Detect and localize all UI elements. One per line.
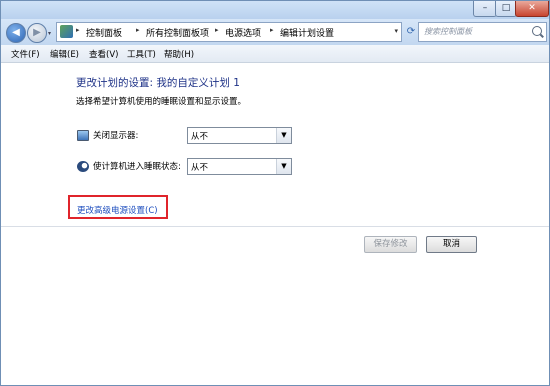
window: – □ ✕ ◀ ▶ ▾ ▸ 控制面板 ▸ 所有控制面板项 ▸ 电源选项 ▸ 编辑… bbox=[0, 0, 550, 386]
menu-edit[interactable]: 编辑(E) bbox=[50, 48, 79, 60]
breadcrumb-edit-plan[interactable]: 编辑计划设置 bbox=[280, 26, 334, 39]
page-title: 更改计划的设置: 我的自定义计划 1 bbox=[76, 77, 240, 89]
monitor-icon bbox=[77, 130, 89, 141]
menu-help[interactable]: 帮助(H) bbox=[164, 48, 194, 60]
maximize-button[interactable]: □ bbox=[495, 1, 517, 17]
search-placeholder: 搜索控制面板 bbox=[424, 27, 472, 36]
breadcrumb-separator[interactable]: ▸ bbox=[270, 26, 274, 34]
chevron-down-icon[interactable]: ▼ bbox=[276, 159, 291, 174]
breadcrumb-control-panel[interactable]: 控制面板 bbox=[86, 26, 122, 39]
turn-off-display-select[interactable]: 从不 ▼ bbox=[187, 127, 292, 144]
control-panel-icon bbox=[60, 25, 73, 38]
page-subtitle: 选择希望计算机使用的睡眠设置和显示设置。 bbox=[76, 97, 247, 107]
forward-button[interactable]: ▶ bbox=[27, 23, 47, 43]
breadcrumb-separator[interactable]: ▸ bbox=[215, 26, 219, 34]
sleep-icon bbox=[77, 161, 89, 172]
sleep-select[interactable]: 从不 ▼ bbox=[187, 158, 292, 175]
sleep-label: 使计算机进入睡眠状态: bbox=[93, 162, 181, 172]
address-dropdown-icon[interactable]: ▾ bbox=[394, 27, 398, 35]
advanced-power-settings-link[interactable]: 更改高级电源设置(C) bbox=[77, 204, 158, 216]
navigation-bar: ◀ ▶ ▾ ▸ 控制面板 ▸ 所有控制面板项 ▸ 电源选项 ▸ 编辑计划设置 ▾… bbox=[1, 19, 549, 45]
content-area: 更改计划的设置: 我的自定义计划 1 选择希望计算机使用的睡眠设置和显示设置。 … bbox=[1, 63, 549, 385]
menu-bar: 文件(F) 编辑(E) 查看(V) 工具(T) 帮助(H) bbox=[1, 45, 549, 63]
menu-file[interactable]: 文件(F) bbox=[11, 48, 40, 60]
recent-pages-dropdown[interactable]: ▾ bbox=[48, 30, 51, 37]
breadcrumb-separator[interactable]: ▸ bbox=[136, 26, 140, 34]
refresh-button[interactable]: ⟳ bbox=[403, 23, 419, 41]
divider bbox=[1, 226, 549, 227]
title-bar: – □ ✕ bbox=[1, 1, 549, 19]
search-icon[interactable] bbox=[532, 26, 542, 36]
turn-off-display-label: 关闭显示器: bbox=[93, 131, 139, 141]
breadcrumb-all-items[interactable]: 所有控制面板项 bbox=[146, 26, 209, 39]
menu-tools[interactable]: 工具(T) bbox=[127, 48, 156, 60]
minimize-button[interactable]: – bbox=[473, 1, 497, 17]
search-input[interactable]: 搜索控制面板 bbox=[418, 22, 547, 42]
breadcrumb-separator[interactable]: ▸ bbox=[76, 26, 80, 34]
breadcrumb-power-options[interactable]: 电源选项 bbox=[225, 26, 261, 39]
menu-view[interactable]: 查看(V) bbox=[89, 48, 118, 60]
save-changes-button[interactable]: 保存修改 bbox=[364, 236, 417, 253]
address-bar[interactable]: ▸ 控制面板 ▸ 所有控制面板项 ▸ 电源选项 ▸ 编辑计划设置 ▾ bbox=[56, 22, 402, 42]
select-value: 从不 bbox=[191, 132, 209, 142]
cancel-button[interactable]: 取消 bbox=[426, 236, 477, 253]
select-value: 从不 bbox=[191, 163, 209, 173]
back-button[interactable]: ◀ bbox=[6, 23, 26, 43]
chevron-down-icon[interactable]: ▼ bbox=[276, 128, 291, 143]
close-button[interactable]: ✕ bbox=[515, 1, 549, 17]
